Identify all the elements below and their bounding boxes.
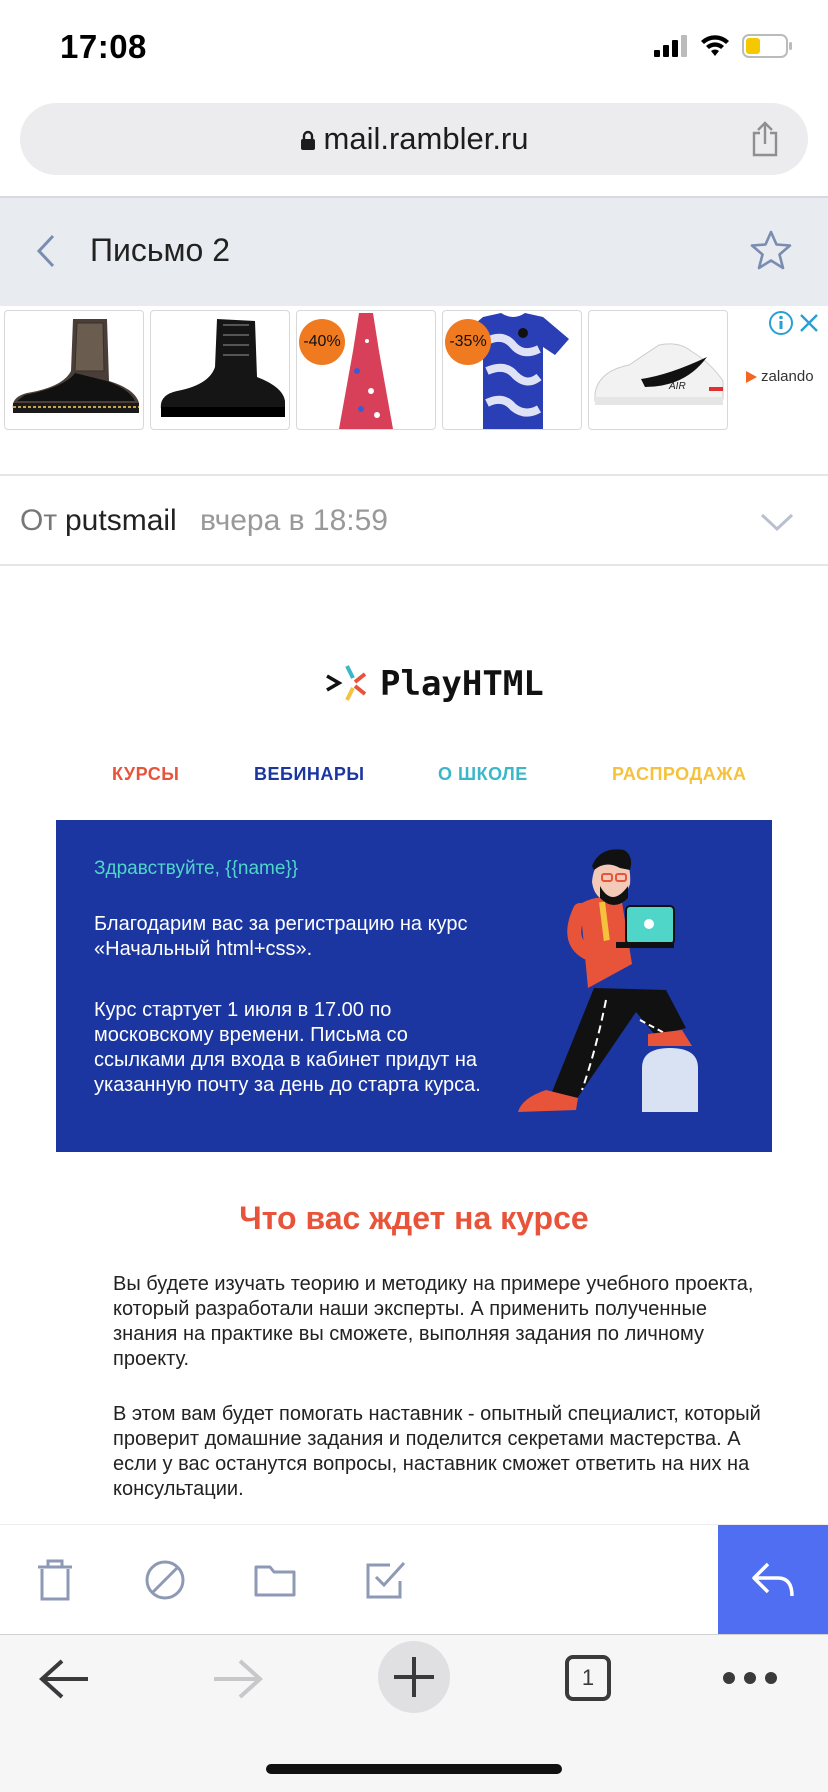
status-time: 17:08 — [60, 28, 147, 65]
status-icons — [654, 34, 794, 58]
close-icon[interactable] — [798, 312, 820, 334]
block-icon[interactable] — [140, 1555, 190, 1605]
zalando-icon — [746, 370, 757, 383]
url-display: mail.rambler.ru — [20, 121, 808, 157]
forward-arrow-icon[interactable] — [212, 1657, 264, 1701]
playhtml-logo-text: PlayHTML — [380, 664, 544, 704]
sender-row[interactable]: От putsmail вчера в 18:59 — [0, 474, 828, 566]
lock-icon — [300, 130, 315, 150]
section-title: Что вас ждет на курсе — [239, 1200, 589, 1236]
ad-product-sneaker[interactable]: AIR — [588, 310, 728, 430]
banner-paragraph-2: Курс стартует 1 июля в 17.00 по московск… — [94, 999, 481, 1096]
more-icon[interactable] — [722, 1671, 778, 1685]
section-paragraph-1: Вы будете изучать теорию и методику на п… — [113, 1273, 754, 1370]
greeting: Здравствуйте, {{name}} — [94, 858, 299, 879]
checkbox-icon[interactable] — [360, 1555, 410, 1605]
nav-about[interactable]: О ШКОЛЕ — [438, 764, 528, 785]
mail-header: Письмо 2 — [0, 196, 828, 306]
mail-title: Письмо 2 — [90, 232, 231, 268]
tab-count: 1 — [581, 1665, 595, 1690]
tabs-button[interactable]: 1 — [565, 1655, 611, 1701]
from-label: От — [20, 504, 58, 537]
url-text: mail.rambler.ru — [323, 121, 529, 156]
ad-banner[interactable]: -40% -35% AIR zalando — [0, 306, 828, 434]
url-bar[interactable]: mail.rambler.ru — [20, 103, 808, 175]
new-tab-button[interactable] — [378, 1641, 450, 1713]
screen: 17:08 mail.rambler.ru Письмо 2 -40% -35%… — [0, 0, 828, 1792]
battery-icon — [742, 34, 792, 58]
sender-name: putsmail — [65, 504, 177, 537]
reply-button[interactable] — [718, 1525, 828, 1635]
sneaker-brand-text: AIR — [669, 381, 686, 392]
playhtml-logo[interactable] — [325, 662, 369, 709]
nav-webinars[interactable]: ВЕБИНАРЫ — [254, 764, 365, 785]
back-arrow-icon[interactable] — [38, 1657, 90, 1701]
sneaker-image — [594, 343, 724, 405]
signal-icon — [654, 35, 687, 57]
boot-image — [160, 319, 285, 417]
welcome-banner: Здравствуйте, {{name}} Благодарим вас за… — [56, 820, 772, 1152]
trash-icon[interactable] — [30, 1555, 80, 1605]
plus-icon — [394, 1657, 434, 1697]
section-paragraph-2: В этом вам будет помогать наставник - оп… — [113, 1403, 761, 1500]
nav-sale[interactable]: РАСПРОДАЖА — [612, 764, 747, 785]
ad-product-shirt[interactable]: -35% — [442, 310, 582, 430]
share-icon[interactable] — [750, 121, 780, 157]
star-icon[interactable] — [750, 230, 792, 270]
mail-toolbar — [0, 1524, 828, 1635]
home-indicator — [266, 1764, 562, 1774]
wifi-icon — [701, 35, 729, 56]
ad-product-boot-2[interactable] — [150, 310, 290, 430]
nav-courses[interactable]: КУРСЫ — [112, 764, 179, 785]
reply-icon — [752, 1562, 794, 1597]
person-with-laptop-illustration — [518, 849, 698, 1112]
ad-brand: zalando — [761, 368, 814, 385]
banner-paragraph-1: Благодарим вас за регистрацию на курс «Н… — [94, 913, 468, 960]
chevron-down-icon[interactable] — [760, 512, 794, 532]
folder-icon[interactable] — [250, 1555, 300, 1605]
boot-image — [12, 319, 139, 413]
ad-product-dress[interactable]: -40% — [296, 310, 436, 430]
info-icon[interactable] — [768, 310, 794, 336]
zalando-logo[interactable]: zalando — [744, 368, 814, 385]
ad-product-boot-1[interactable] — [4, 310, 144, 430]
back-chevron-icon[interactable] — [36, 234, 56, 268]
playhtml-logo-icon — [326, 665, 367, 701]
discount-badge: -35% — [445, 319, 491, 365]
discount-badge: -40% — [299, 319, 345, 365]
received-date: вчера в 18:59 — [200, 504, 388, 537]
